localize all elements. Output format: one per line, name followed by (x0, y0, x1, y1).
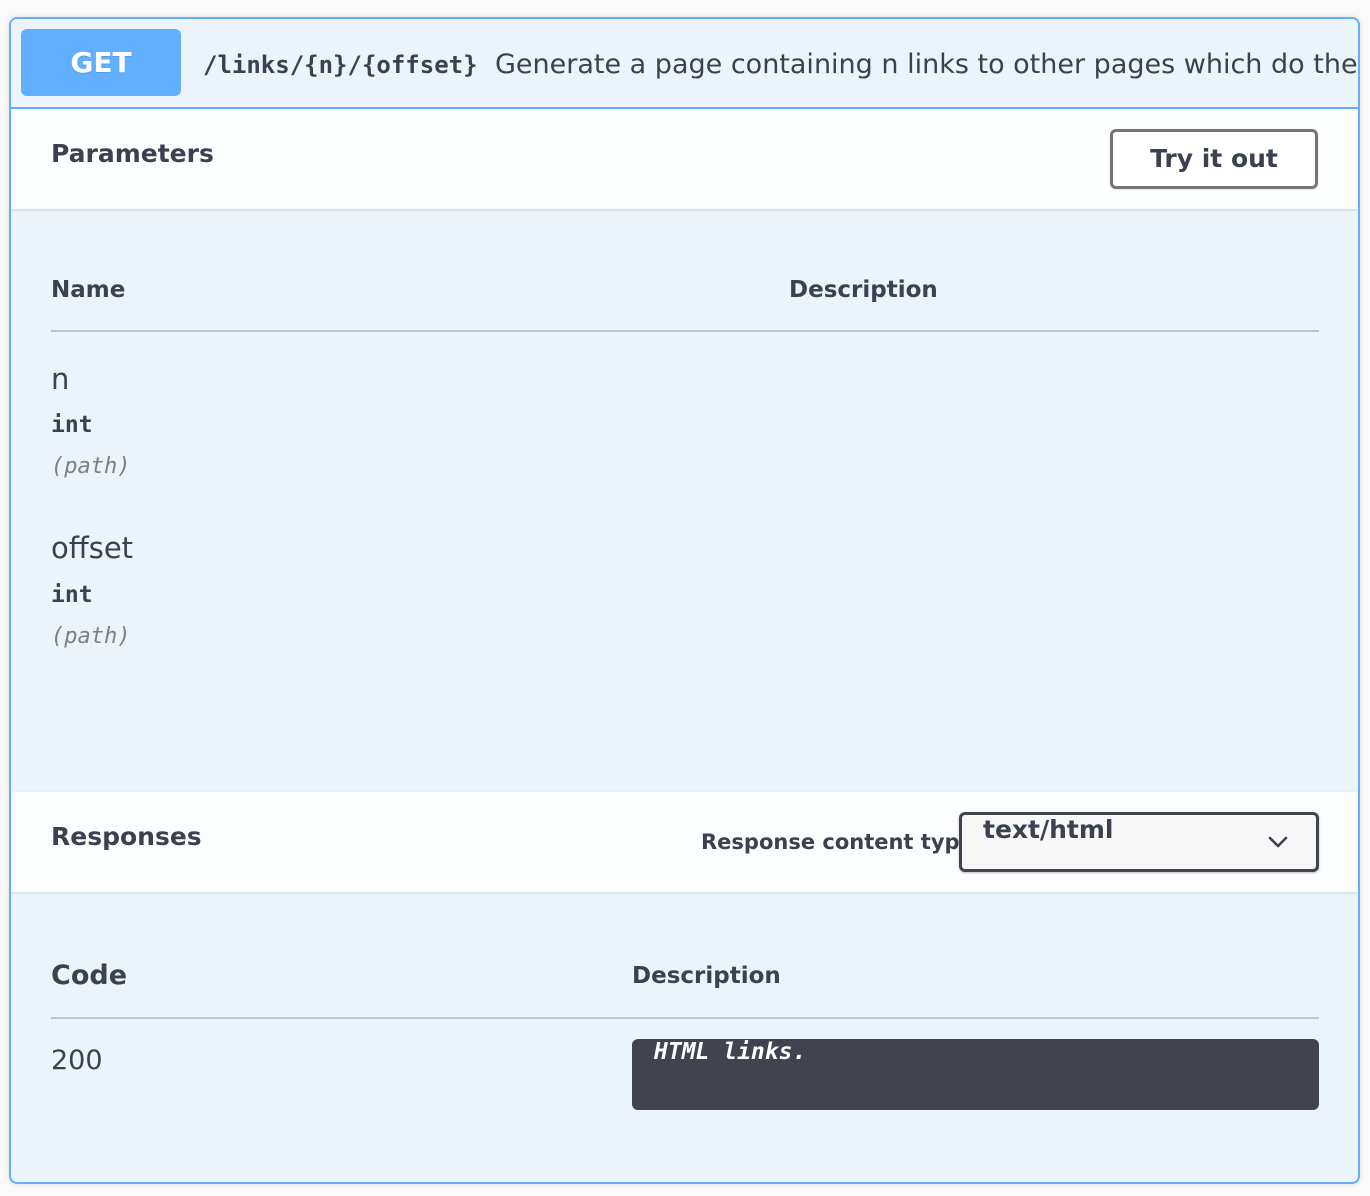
operation-path: /links/{n}/{offset} (203, 51, 478, 79)
operation-summary-description: Generate a page containing n links to ot… (495, 49, 1360, 80)
param-name: n (51, 362, 70, 396)
param-name: offset (51, 531, 134, 565)
response-content-type-select[interactable]: text/html (959, 812, 1319, 872)
param-column-name-header: Name (51, 277, 126, 303)
operation-summary[interactable]: GET /links/{n}/{offset} Generate a page … (11, 19, 1358, 109)
response-content-type-label: Response content type (701, 830, 974, 854)
param-location: (path) (51, 454, 131, 479)
selected-content-type: text/html (983, 815, 1114, 844)
http-method-badge: GET (21, 29, 181, 96)
response-table-divider (51, 1017, 1319, 1019)
parameters-title: Parameters (51, 139, 214, 168)
operation-block-get-links: GET /links/{n}/{offset} Generate a page … (9, 17, 1360, 1184)
param-column-description-header: Description (789, 277, 938, 303)
param-table-divider (51, 330, 1319, 332)
responses-title: Responses (51, 822, 202, 851)
responses-header: Responses Response content type text/htm… (11, 792, 1358, 892)
param-type: int (51, 582, 93, 608)
parameters-header: Parameters Try it out (11, 109, 1358, 209)
param-type: int (51, 412, 93, 438)
response-code: 200 (51, 1045, 103, 1076)
response-column-description-header: Description (632, 963, 781, 989)
response-description-block: HTML links. (632, 1039, 1319, 1110)
try-it-out-button[interactable]: Try it out (1110, 129, 1318, 189)
chevron-down-icon (1268, 836, 1288, 848)
param-location: (path) (51, 624, 131, 649)
response-description: HTML links. (654, 1039, 807, 1065)
response-column-code-header: Code (51, 960, 128, 991)
